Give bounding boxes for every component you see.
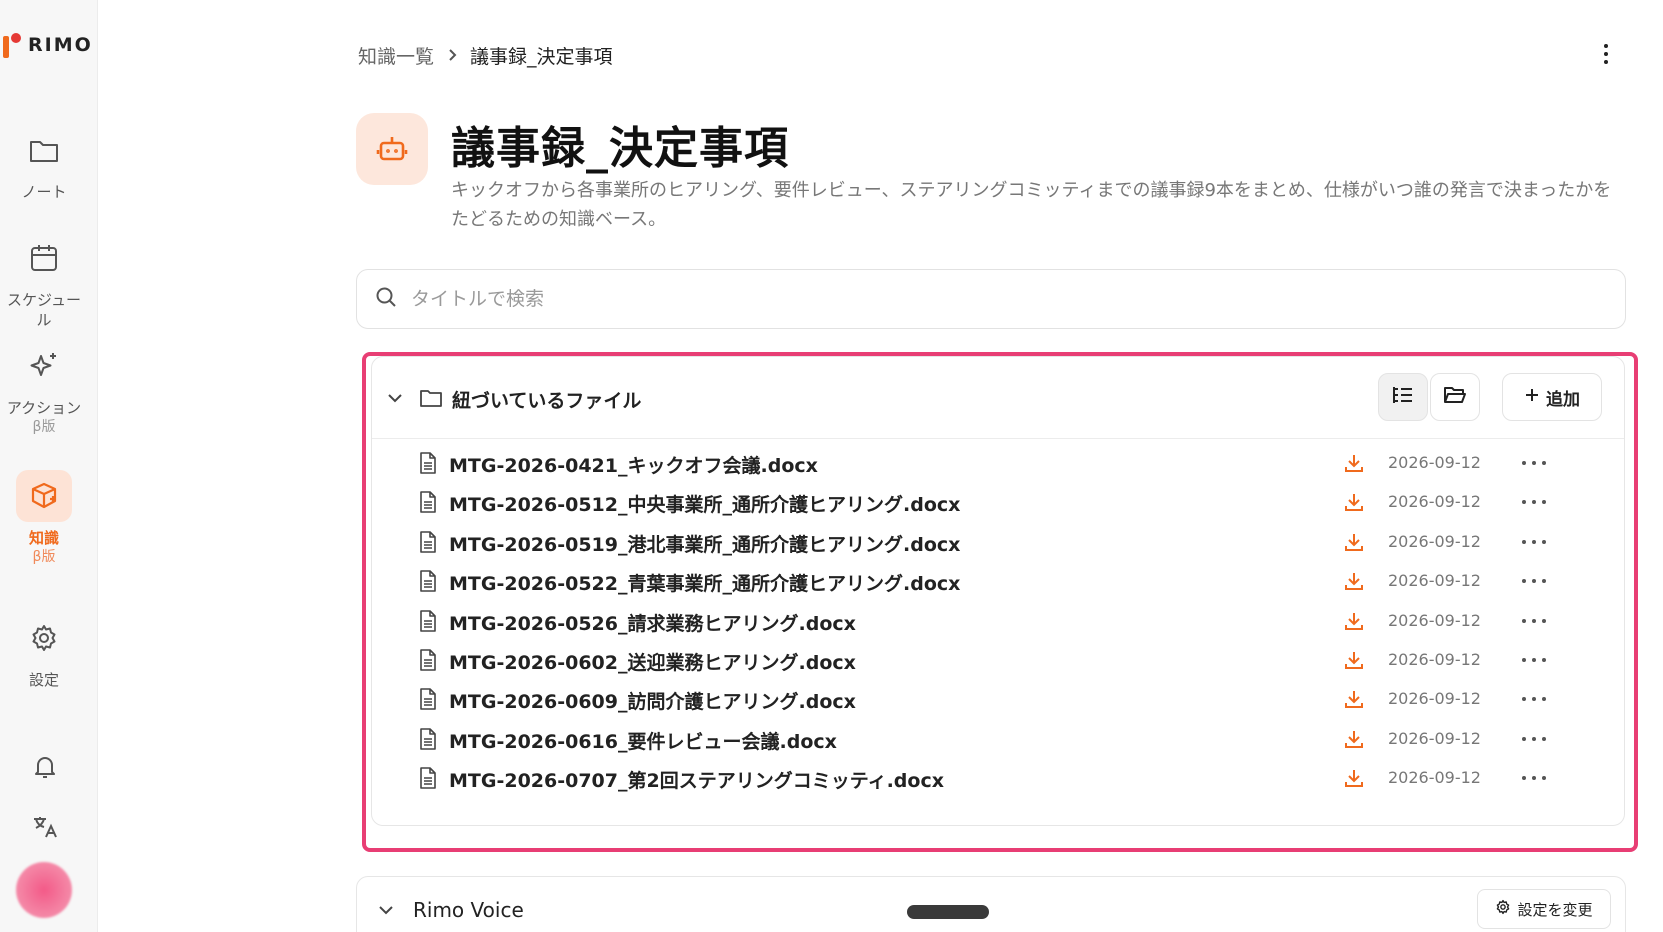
search-input[interactable]	[411, 288, 1511, 310]
page-title: 議事録_決定事項	[451, 123, 789, 174]
chevron-right-icon	[446, 45, 458, 67]
highlight-frame	[362, 352, 1638, 852]
rimo-voice-card: Rimo Voice 設定を変更	[356, 876, 1626, 932]
sidebar-item-label: ノート	[21, 183, 67, 201]
chevron-down-icon[interactable]	[373, 897, 399, 923]
translate-icon[interactable]	[30, 812, 60, 842]
sidebar-item-notes[interactable]: ノート	[0, 124, 88, 202]
knowledge-box-icon	[16, 470, 72, 522]
change-settings-button[interactable]: 設定を変更	[1477, 889, 1611, 929]
change-settings-label: 設定を変更	[1517, 900, 1593, 919]
logo-mark-icon	[2, 32, 22, 58]
robot-icon	[356, 113, 428, 185]
sidebar-item-knowledge[interactable]: 知識 β版	[0, 470, 88, 566]
gear-icon	[16, 612, 72, 664]
breadcrumb-parent-link[interactable]: 知識一覧	[358, 42, 434, 69]
sparkles-icon	[16, 340, 72, 392]
more-vertical-icon[interactable]	[1596, 40, 1616, 68]
app-logo[interactable]: RIMO	[2, 32, 93, 58]
beta-badge: β版	[32, 549, 56, 565]
sidebar-item-label: 設定	[28, 671, 59, 689]
sidebar-item-schedule[interactable]: スケジュール	[0, 232, 88, 330]
sidebar: RIMO ノート スケジュール アクション β版 知識 β版 設定	[0, 0, 98, 932]
folder-icon	[16, 124, 72, 176]
avatar[interactable]	[16, 862, 72, 918]
sidebar-item-label: スケジュール	[7, 291, 81, 329]
calendar-icon	[16, 232, 72, 284]
search-bar	[356, 269, 1626, 329]
sidebar-item-action[interactable]: アクション β版	[0, 340, 88, 436]
sidebar-item-settings[interactable]: 設定	[0, 612, 88, 690]
breadcrumb-current: 議事録_決定事項	[470, 46, 613, 68]
beta-badge: β版	[32, 419, 56, 435]
gear-icon	[1495, 899, 1511, 919]
search-icon	[375, 286, 397, 312]
scroll-handle[interactable]	[907, 905, 989, 919]
breadcrumb: 知識一覧 議事録_決定事項	[358, 42, 613, 69]
bell-icon[interactable]	[30, 752, 60, 782]
rimo-voice-title: Rimo Voice	[413, 898, 524, 922]
page-description: キックオフから各事業所のヒアリング、要件レビュー、ステアリングコミッティまでの議…	[451, 180, 1612, 230]
sidebar-item-label: アクション	[6, 399, 82, 417]
logo-text: RIMO	[28, 34, 93, 56]
sidebar-item-label: 知識	[28, 529, 59, 547]
